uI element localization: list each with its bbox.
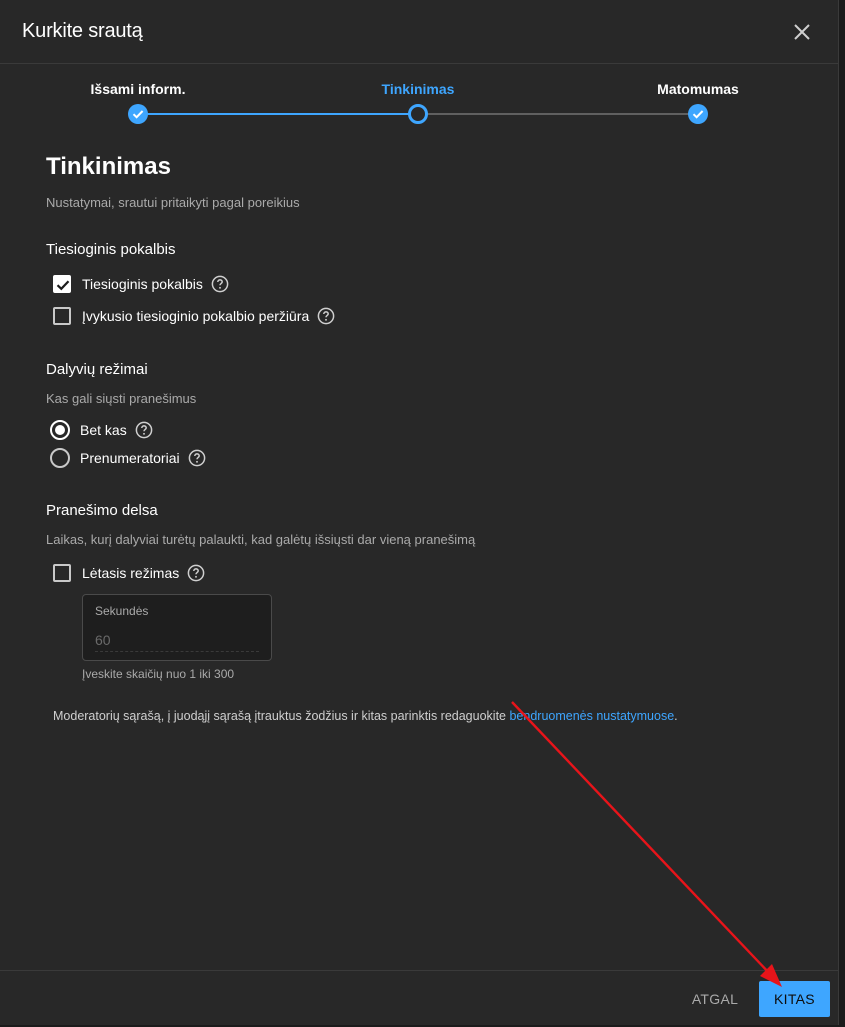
create-stream-dialog: Kurkite srautą Išsami inform. Tinkinimas…: [0, 0, 839, 1025]
subscribers-label: Prenumeratoriai: [80, 450, 180, 466]
seconds-label: Sekundės: [95, 604, 149, 618]
stepper: Išsami inform. Tinkinimas Matomumas: [0, 64, 838, 134]
participant-modes-title: Dalyvių režimai: [46, 361, 148, 378]
community-settings-link[interactable]: bendruomenės nustatymuose: [509, 709, 674, 723]
seconds-input-box: Sekundės: [82, 594, 272, 661]
subscribers-radio[interactable]: [50, 448, 70, 468]
moderators-text: Moderatorių sąrašą, į juodąjį sąrašą įtr…: [53, 709, 510, 723]
dialog-header: Kurkite srautą: [0, 0, 838, 64]
moderators-note: Moderatorių sąrašą, į juodąjį sąrašą įtr…: [53, 709, 678, 723]
step-dot-visibility[interactable]: [688, 104, 708, 124]
help-icon[interactable]: [187, 564, 205, 582]
next-button[interactable]: KITAS: [759, 981, 830, 1017]
dialog-title: Kurkite srautą: [22, 20, 143, 42]
step-label-visibility[interactable]: Matomumas: [657, 81, 739, 97]
help-icon[interactable]: [211, 275, 229, 293]
checkmark-icon: [56, 280, 70, 291]
stepper-line-done: [138, 113, 418, 115]
step-label-customization[interactable]: Tinkinimas: [382, 81, 455, 97]
moderators-suffix: .: [674, 709, 678, 723]
close-icon: [794, 24, 810, 40]
seconds-hint: Įveskite skaičių nuo 1 iki 300: [82, 667, 235, 681]
anyone-radio[interactable]: [50, 420, 70, 440]
slow-mode-checkbox[interactable]: [53, 564, 71, 582]
help-icon[interactable]: [317, 307, 335, 325]
seconds-input[interactable]: [95, 629, 259, 652]
stepper-line-pending: [418, 113, 698, 115]
check-icon: [692, 110, 704, 119]
page-subtitle: Nustatymai, srautui pritaikyti pagal por…: [46, 195, 300, 210]
step-dot-details[interactable]: [128, 104, 148, 124]
radio-row-anyone[interactable]: Bet kas: [50, 418, 153, 442]
help-icon[interactable]: [188, 449, 206, 467]
live-chat-checkbox-row[interactable]: Tiesioginis pokalbis: [53, 272, 229, 296]
participant-modes-subtitle: Kas gali siųsti pranešimus: [46, 391, 197, 406]
slow-mode-label: Lėtasis režimas: [82, 565, 180, 581]
live-chat-replay-label: Įvykusio tiesioginio pokalbio peržiūra: [82, 308, 310, 324]
message-delay-title: Pranešimo delsa: [46, 502, 158, 519]
radio-row-subscribers[interactable]: Prenumeratoriai: [50, 446, 206, 470]
check-icon: [132, 110, 144, 119]
dialog-footer: ATGAL KITAS: [0, 970, 838, 1026]
anyone-label: Bet kas: [80, 422, 127, 438]
page-title: Tinkinimas: [46, 153, 171, 180]
live-chat-title: Tiesioginis pokalbis: [46, 241, 176, 258]
live-chat-label: Tiesioginis pokalbis: [82, 276, 203, 292]
live-chat-checkbox[interactable]: [53, 275, 71, 293]
step-label-details[interactable]: Išsami inform.: [91, 81, 186, 97]
step-dot-customization[interactable]: [408, 104, 428, 124]
live-chat-replay-checkbox-row[interactable]: Įvykusio tiesioginio pokalbio peržiūra: [53, 304, 335, 328]
close-button[interactable]: [786, 16, 818, 48]
back-button[interactable]: ATGAL: [680, 981, 750, 1017]
message-delay-subtitle: Laikas, kurį dalyviai turėtų palaukti, k…: [46, 532, 476, 547]
help-icon[interactable]: [135, 421, 153, 439]
live-chat-replay-checkbox[interactable]: [53, 307, 71, 325]
slow-mode-checkbox-row[interactable]: Lėtasis režimas: [53, 561, 205, 585]
